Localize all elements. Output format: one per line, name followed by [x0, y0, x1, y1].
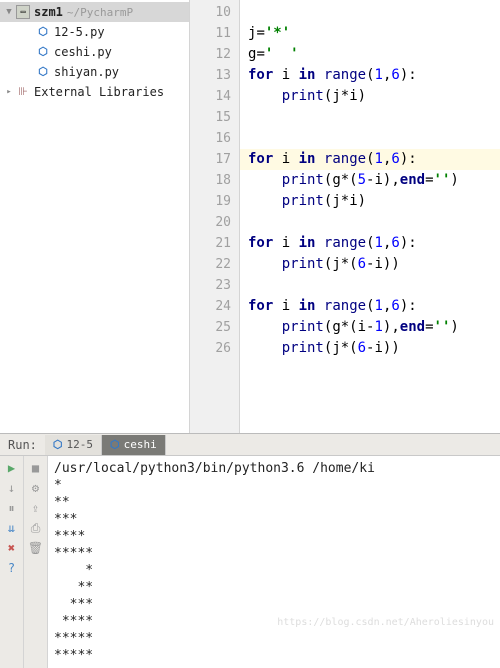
run-tab[interactable]: ⬡ceshi — [102, 435, 166, 455]
root-label: szm1 — [34, 5, 63, 19]
run-icon[interactable]: ▶ — [4, 460, 20, 476]
code-line[interactable] — [248, 128, 500, 149]
layout-icon[interactable]: ⇊ — [4, 520, 20, 536]
project-tree[interactable]: ▼ ▭ szm1 ~/PycharmP ⬡ 12-5.py ⬡ ceshi.py ⬡ sh… — [0, 0, 190, 433]
file-label: 12-5.py — [54, 25, 105, 39]
code-line[interactable]: for i in range(1,6): — [240, 149, 500, 170]
tree-file[interactable]: ⬡ 12-5.py — [0, 22, 189, 42]
external-label: External Libraries — [34, 85, 164, 99]
code-line[interactable]: j='*' — [248, 23, 500, 44]
code-line[interactable] — [248, 212, 500, 233]
chevron-down-icon: ▼ — [4, 7, 14, 17]
run-tab[interactable]: ⬡12-5 — [45, 435, 102, 455]
code-line[interactable]: print(j*(6-i)) — [248, 338, 500, 359]
console-output[interactable]: /usr/local/python3/bin/python3.6 /home/k… — [48, 456, 500, 668]
external-libraries[interactable]: ▸ ⊪ External Libraries — [0, 82, 189, 102]
tree-root[interactable]: ▼ ▭ szm1 ~/PycharmP — [0, 2, 189, 22]
code-line[interactable]: for i in range(1,6): — [248, 296, 500, 317]
code-line[interactable] — [248, 2, 500, 23]
run-header: Run: ⬡12-5⬡ceshi — [0, 434, 500, 456]
tree-file[interactable]: ⬡ shiyan.py — [0, 62, 189, 82]
python-file-icon: ⬡ — [36, 25, 50, 39]
stop-icon[interactable]: ■ — [28, 460, 44, 476]
export-icon[interactable]: ⇪ — [28, 500, 44, 516]
print-icon[interactable]: ⎙ — [28, 520, 44, 536]
code-line[interactable]: g=' ' — [248, 44, 500, 65]
code-line[interactable]: print(j*i) — [248, 191, 500, 212]
close-icon[interactable]: ✖ — [4, 540, 20, 556]
python-file-icon: ⬡ — [36, 65, 50, 79]
arrow-down-icon[interactable]: ↓ — [4, 480, 20, 496]
run-toolbar-right: ■ ⚙ ⇪ ⎙ 🗑 — [24, 456, 48, 668]
python-file-icon: ⬡ — [36, 45, 50, 59]
code-line[interactable] — [248, 107, 500, 128]
trash-icon[interactable]: 🗑 — [28, 540, 44, 556]
code-line[interactable]: for i in range(1,6): — [248, 233, 500, 254]
code-line[interactable]: print(g*(5-i),end='') — [248, 170, 500, 191]
tree-file[interactable]: ⬡ ceshi.py — [0, 42, 189, 62]
python-file-icon: ⬡ — [110, 438, 120, 451]
run-panel: Run: ⬡12-5⬡ceshi ▶ ↓ ⏸ ⇊ ✖ ? ■ ⚙ ⇪ ⎙ 🗑 /… — [0, 434, 500, 668]
code-editor[interactable]: 1011121314151617181920212223242526 j='*'… — [190, 0, 500, 433]
folder-icon: ▭ — [16, 5, 30, 19]
settings-icon[interactable]: ⚙ — [28, 480, 44, 496]
run-toolbar-left: ▶ ↓ ⏸ ⇊ ✖ ? — [0, 456, 24, 668]
code-line[interactable]: print(j*(6-i)) — [248, 254, 500, 275]
help-icon[interactable]: ? — [4, 560, 20, 576]
library-icon: ⊪ — [16, 85, 30, 99]
file-label: shiyan.py — [54, 65, 119, 79]
chevron-right-icon: ▸ — [4, 87, 14, 97]
code-line[interactable]: print(j*i) — [248, 86, 500, 107]
run-label: Run: — [0, 438, 45, 452]
code-line[interactable] — [248, 275, 500, 296]
pause-icon[interactable]: ⏸ — [4, 500, 20, 516]
python-file-icon: ⬡ — [53, 438, 63, 451]
file-label: ceshi.py — [54, 45, 112, 59]
code-line[interactable]: print(g*(i-1),end='') — [248, 317, 500, 338]
code-line[interactable]: for i in range(1,6): — [248, 65, 500, 86]
line-gutter: 1011121314151617181920212223242526 — [190, 0, 240, 433]
code-area[interactable]: j='*'g=' 'for i in range(1,6): print(j*i… — [240, 0, 500, 433]
root-path: ~/PycharmP — [67, 6, 133, 19]
